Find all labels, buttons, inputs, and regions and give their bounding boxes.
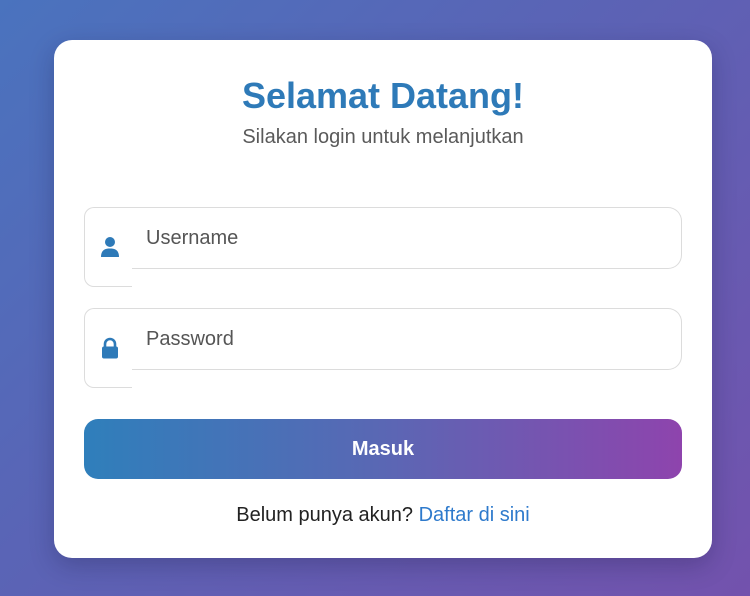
page-title: Selamat Datang!	[241, 75, 525, 116]
username-addon	[84, 207, 132, 287]
signup-link[interactable]: Daftar di sini	[419, 504, 530, 526]
lock-icon	[102, 337, 118, 359]
username-input[interactable]	[132, 207, 682, 269]
login-card: Selamat Datang! Silakan login untuk mela…	[54, 40, 712, 558]
password-addon	[84, 308, 132, 388]
login-button[interactable]: Masuk	[84, 419, 682, 479]
signup-text: Belum punya akun?	[236, 504, 414, 526]
signup-prompt: Belum punya akun? Daftar di sini	[54, 502, 712, 528]
page-subtitle: Silakan login untuk melanjutkan	[242, 126, 524, 148]
password-input[interactable]	[132, 308, 682, 370]
user-icon	[101, 237, 119, 257]
